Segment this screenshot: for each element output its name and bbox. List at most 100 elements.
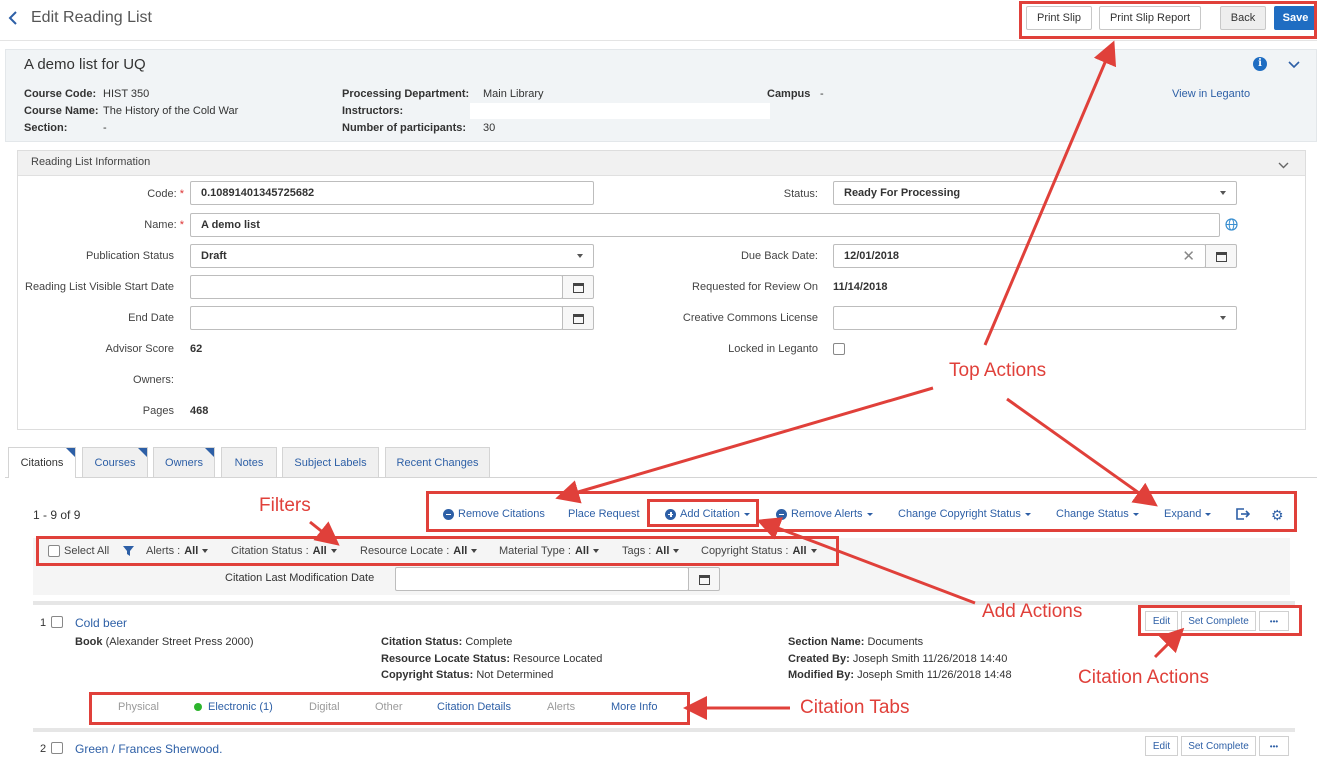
filters-highlight [36,536,839,566]
tab-subject-labels[interactable]: Subject Labels [282,447,379,477]
visible-start-input[interactable] [190,275,563,299]
dropdown-caret-icon [577,254,583,258]
tab-notes[interactable]: Notes [221,447,277,477]
requested-review-value: 11/14/2018 [833,281,888,293]
citation-index: 2 [40,743,47,755]
list-actions-highlight [426,491,1297,532]
callout-citation-tabs: Citation Tabs [800,697,910,718]
end-date-label: End Date [128,312,174,324]
section-value: - [103,122,107,134]
callout-add-actions: Add Actions [982,601,1083,622]
due-back-label: Due Back Date: [740,250,818,262]
code-input[interactable]: 0.10891401345725682 [190,181,594,205]
status-label: Status: [783,188,818,200]
citation-status: Citation Status: Complete [381,636,513,648]
clear-icon[interactable]: ✕ [1182,247,1195,265]
tab-citations[interactable]: Citations [8,447,76,478]
course-name-label: Course Name: [24,105,99,117]
end-date-input[interactable] [190,306,563,330]
resource-locate-status: Resource Locate Status: Resource Located [381,653,603,665]
name-label: Name: * [144,219,184,231]
course-code-value: HIST 350 [103,88,150,100]
tab-recent-changes[interactable]: Recent Changes [385,447,490,477]
advisor-score-label: Advisor Score [105,343,174,355]
calendar-icon[interactable] [688,567,720,591]
owners-label: Owners: [133,374,174,386]
tab-corner-icon [205,448,214,457]
citation-tabs-highlight [89,692,690,725]
course-title: A demo list for UQ [24,56,146,73]
header-divider [0,40,1317,41]
section-label: Section: [24,122,68,134]
requested-review-label: Requested for Review On [692,281,818,293]
course-summary-panel [5,49,1317,142]
reading-list-info-header [18,151,1305,176]
citation-more-button[interactable]: ••• [1259,736,1289,756]
locked-checkbox[interactable] [833,343,845,355]
view-in-leganto-link[interactable]: View in Leganto [1172,88,1250,100]
participants-label: Number of participants: [342,122,467,134]
citation-title-link[interactable]: Green / Frances Sherwood. [75,742,222,756]
calendar-icon[interactable] [562,306,594,330]
citation-checkbox[interactable] [51,616,63,628]
campus-label: Campus [767,88,811,100]
dropdown-caret-icon [1220,191,1226,195]
advisor-score-value: 62 [190,343,203,355]
modified-by: Modified By: Joseph Smith 11/26/2018 14:… [788,669,1012,681]
citation-checkbox[interactable] [51,742,63,754]
citation-type: Book (Alexander Street Press 2000) [75,636,254,648]
calendar-icon[interactable] [562,275,594,299]
course-code-label: Course Code: [24,88,97,100]
tab-owners[interactable]: Owners [153,447,215,477]
tabs-baseline [5,477,1317,478]
campus-value: - [820,88,824,100]
pages-value: 468 [190,405,209,417]
citation-actions-highlight [1138,605,1302,636]
status-select[interactable]: Ready For Processing [833,181,1237,205]
due-back-value: 12/01/2018 [844,250,900,262]
collapse-chevron-icon[interactable] [1288,60,1300,72]
info-collapse-chevron-icon[interactable] [1278,160,1289,172]
status-value: Ready For Processing [844,187,961,199]
callout-top-actions: Top Actions [949,360,1047,381]
publication-status-select[interactable]: Draft [190,244,594,268]
participants-value: 30 [483,122,496,134]
citation-edit-button[interactable]: Edit [1145,736,1178,756]
section-name: Section Name: Documents [788,636,924,648]
visible-start-label: Reading List Visible Start Date [25,281,174,293]
processing-dept-label: Processing Department: [342,88,470,100]
page-title: Edit Reading List [31,9,152,26]
tab-courses[interactable]: Courses [82,447,148,477]
locked-label: Locked in Leganto [728,343,818,355]
citation-title-link[interactable]: Cold beer [75,616,127,630]
list-divider [33,728,1295,732]
cc-license-select[interactable] [833,306,1237,330]
citation-set-complete-button[interactable]: Set Complete [1181,736,1256,756]
pages-label: Pages [142,405,174,417]
cc-license-label: Creative Commons License [682,312,818,324]
back-arrow-icon[interactable] [8,11,18,25]
processing-dept-value: Main Library [483,88,544,100]
dropdown-caret-icon [1220,316,1226,320]
copyright-status: Copyright Status: Not Determined [381,669,554,681]
last-mod-input[interactable] [395,567,689,591]
name-input[interactable]: A demo list [190,213,1220,237]
publication-status-value: Draft [201,250,227,262]
globe-icon[interactable] [1225,218,1238,234]
due-back-input[interactable]: 12/01/2018 ✕ [833,244,1206,268]
calendar-icon[interactable] [1205,244,1237,268]
reading-list-info-title: Reading List Information [31,156,151,168]
created-by: Created By: Joseph Smith 11/26/2018 14:4… [788,653,1008,665]
citation-index: 1 [40,617,47,629]
code-label: Code: * [147,188,184,200]
callout-citation-actions: Citation Actions [1078,667,1209,688]
info-icon[interactable]: i [1253,57,1267,71]
list-divider [33,601,1295,605]
tab-corner-icon [66,448,75,457]
add-citation-highlight [647,499,759,527]
callout-filters: Filters [259,495,311,516]
top-actions-highlight [1019,1,1317,39]
instructors-redacted [470,103,770,119]
course-name-value: The History of the Cold War [103,105,239,117]
results-count: 1 - 9 of 9 [33,508,81,522]
